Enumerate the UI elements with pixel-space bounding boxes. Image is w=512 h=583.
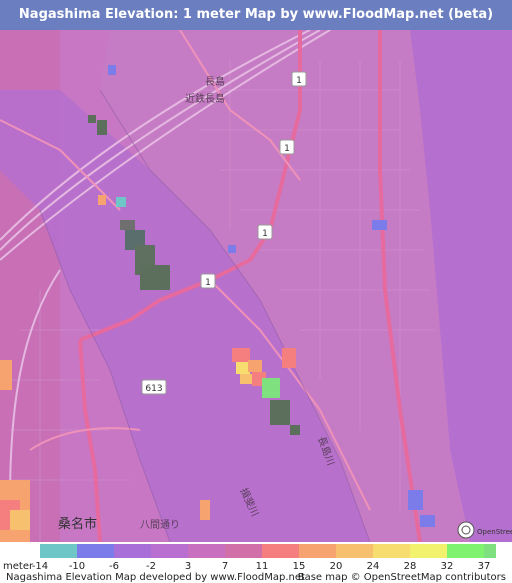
route-shield-1c: 1 — [257, 224, 273, 240]
osm-watermark: OpenStreetMap — [477, 528, 512, 536]
legend-tick: 7 — [221, 561, 229, 572]
map-canvas: 1 1 1 1 613 長島 近鉄長島 桑名市 八間通り 長島川 揖斐川 Ope… — [0, 30, 512, 542]
svg-text:613: 613 — [145, 384, 162, 394]
legend-swatch — [410, 544, 447, 558]
legend-tick: -2 — [146, 561, 156, 572]
legend-swatch — [373, 544, 410, 558]
legend-swatch — [484, 544, 496, 558]
legend-tick: -14 — [31, 561, 49, 572]
svg-text:1: 1 — [284, 144, 290, 154]
developer-credit: Nagashima Elevation Map developed by www… — [6, 572, 305, 583]
label-hatta-dori: 八間通り — [140, 519, 180, 531]
legend-tick: 24 — [366, 561, 380, 572]
route-shield-613: 613 — [141, 379, 167, 395]
legend-swatch — [225, 544, 262, 558]
svg-text:1: 1 — [262, 229, 268, 239]
legend-swatch — [299, 544, 336, 558]
page-title: Nagashima Elevation: 1 meter Map by www.… — [0, 0, 512, 30]
basemap-credit: Base map © OpenStreetMap contributors — [297, 572, 506, 583]
legend-swatch — [188, 544, 225, 558]
route-shield-1b: 1 — [279, 139, 295, 155]
legend-tick: 28 — [403, 561, 417, 572]
legend-swatch — [447, 544, 484, 558]
legend-swatch — [151, 544, 188, 558]
route-shield-1d: 1 — [200, 273, 216, 289]
elevation-map[interactable]: 1 1 1 1 613 長島 近鉄長島 桑名市 八間通り 長島川 揖斐川 Ope… — [0, 30, 512, 542]
legend-swatch — [77, 544, 114, 558]
legend-tick: 20 — [329, 561, 343, 572]
legend-tick: 15 — [292, 561, 306, 572]
legend-tick: -6 — [109, 561, 119, 572]
svg-text:1: 1 — [205, 278, 211, 288]
legend-swatch — [262, 544, 299, 558]
legend-tick: 11 — [255, 561, 269, 572]
legend-tick: -10 — [68, 561, 86, 572]
route-shield-1a: 1 — [291, 71, 307, 87]
legend-swatch — [40, 544, 77, 558]
legend-tick: 37 — [477, 561, 491, 572]
legend-swatch — [114, 544, 151, 558]
label-kintetsu-nagashima: 近鉄長島 — [185, 92, 225, 105]
label-nagashima: 長島 — [205, 75, 225, 88]
legend-swatch — [336, 544, 373, 558]
svg-text:1: 1 — [296, 76, 302, 86]
legend-tick: 3 — [184, 561, 192, 572]
elevation-legend: meter -14 -10 -6 -2 3 7 11 15 20 24 28 3… — [0, 542, 512, 583]
label-kuwana-city: 桑名市 — [58, 516, 97, 532]
legend-tick: 32 — [440, 561, 454, 572]
